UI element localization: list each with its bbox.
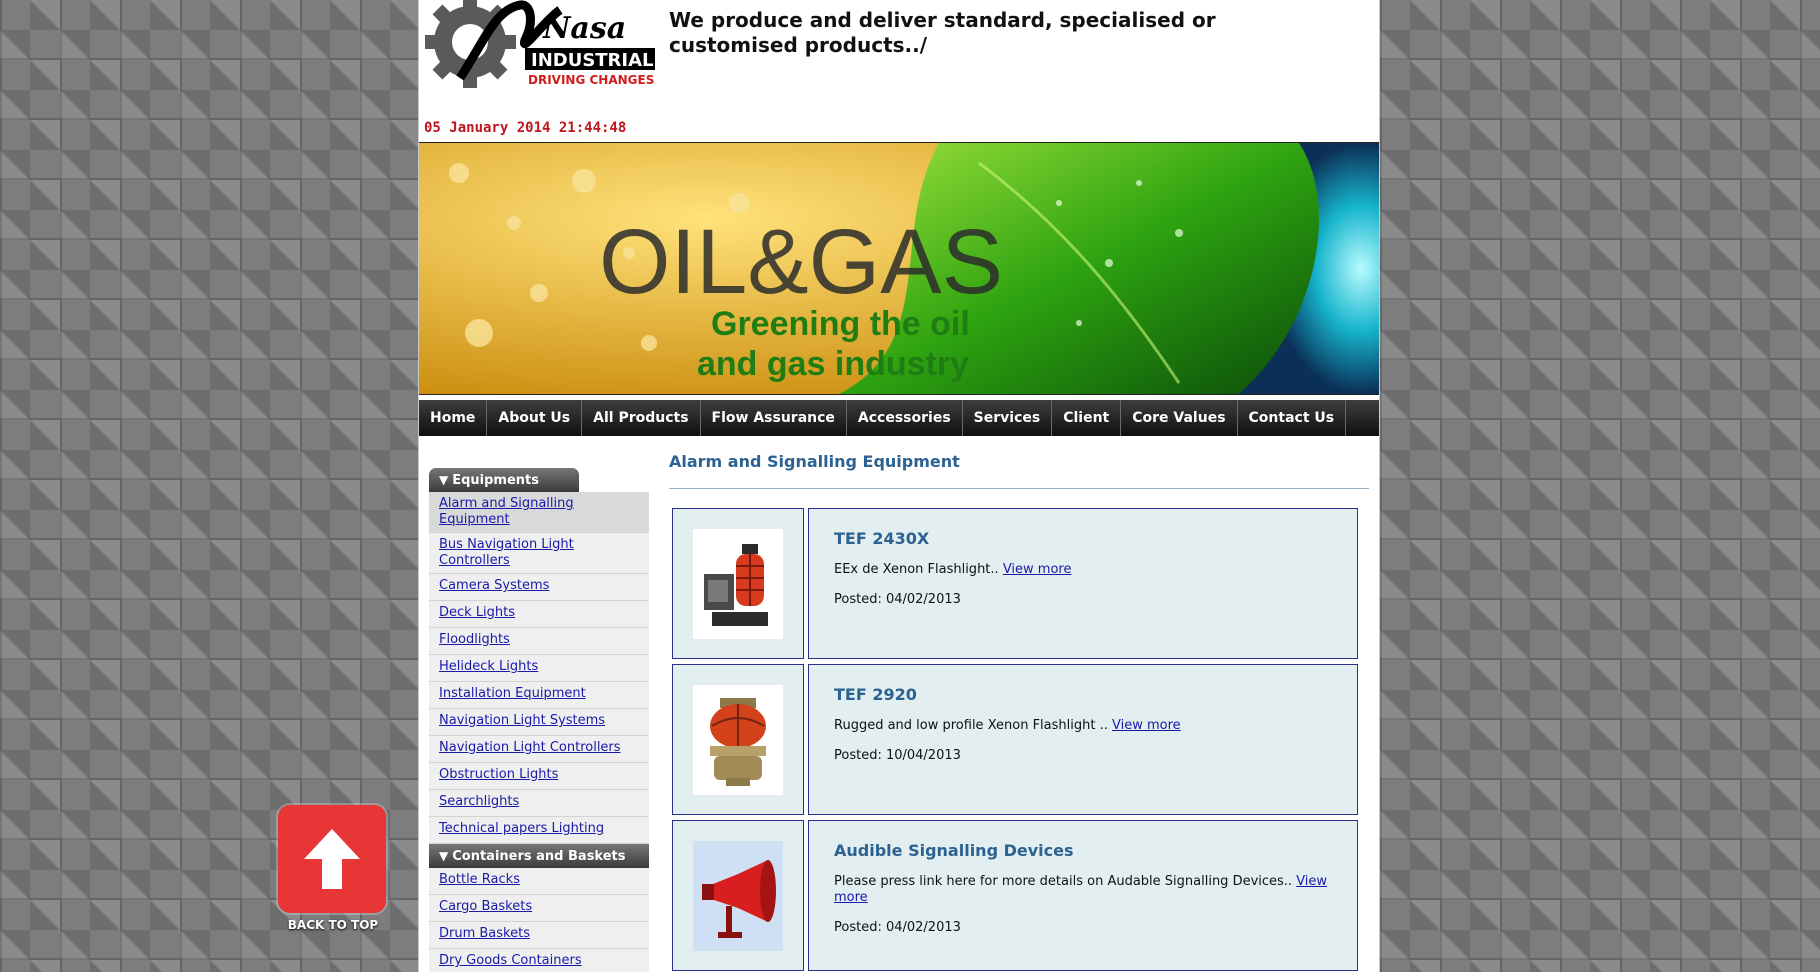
nav-core-values[interactable]: Core Values bbox=[1121, 400, 1238, 436]
description-text: Rugged and low profile Xenon Flashlight … bbox=[834, 718, 1108, 733]
nav-accessories[interactable]: Accessories bbox=[847, 400, 963, 436]
nav-client[interactable]: Client bbox=[1052, 400, 1122, 436]
description-text: EEx de Xenon Flashlight.. bbox=[834, 562, 999, 577]
sidebar-link[interactable]: Dry Goods Containers bbox=[439, 953, 582, 968]
product-card: TEF 2920 Rugged and low profile Xenon Fl… bbox=[672, 664, 1369, 815]
sidebar-item-bus-nav: Bus Navigation Light Controllers bbox=[429, 533, 649, 574]
category-header-equipments[interactable]: ▼ Equipments bbox=[429, 468, 579, 492]
triangle-down-icon: ▼ bbox=[439, 473, 449, 487]
banner-title: OIL&GAS bbox=[599, 211, 1003, 313]
category-label: Equipments bbox=[452, 473, 540, 488]
product-thumbnail[interactable] bbox=[672, 664, 804, 815]
product-card: TEF 2430X EEx de Xenon Flashlight.. View… bbox=[672, 508, 1369, 659]
view-more-link[interactable]: View more bbox=[1112, 718, 1181, 733]
sidebar-item-installation: Installation Equipment bbox=[429, 682, 649, 709]
sidebar-item-bottle-racks: Bottle Racks bbox=[429, 868, 649, 895]
logo-line1: INDUSTRIAL bbox=[531, 50, 654, 71]
logo-brand: Nasa bbox=[542, 11, 626, 46]
main-content: Alarm and Signalling Equipment TEF 2430X… bbox=[669, 452, 1369, 972]
sidebar-link[interactable]: Technical papers Lighting bbox=[439, 821, 604, 836]
page-container: Nasa INDUSTRIAL DRIVING CHANGES We produ… bbox=[418, 0, 1380, 972]
sidebar-link[interactable]: Camera Systems bbox=[439, 578, 549, 593]
sidebar-item-nav-light-systems: Navigation Light Systems bbox=[429, 709, 649, 736]
sidebar-link[interactable]: Bus Navigation Light Controllers bbox=[439, 537, 574, 568]
sidebar-link[interactable]: Obstruction Lights bbox=[439, 767, 558, 782]
nav-contact-us[interactable]: Contact Us bbox=[1238, 400, 1347, 436]
product-title[interactable]: TEF 2920 bbox=[834, 685, 1332, 704]
sidebar-link[interactable]: Bottle Racks bbox=[439, 872, 520, 887]
beacon-image bbox=[693, 528, 783, 639]
posted-date: Posted: 04/02/2013 bbox=[834, 592, 961, 607]
nav-services[interactable]: Services bbox=[963, 400, 1053, 436]
page-title: Alarm and Signalling Equipment bbox=[669, 452, 960, 471]
product-title[interactable]: Audible Signalling Devices bbox=[834, 841, 1332, 860]
sidebar-link[interactable]: Deck Lights bbox=[439, 605, 515, 620]
nav-flow-assurance[interactable]: Flow Assurance bbox=[701, 400, 847, 436]
category-sidebar: ▼ Equipments Alarm and Signalling Equipme… bbox=[429, 468, 649, 972]
sidebar-item-technical-papers: Technical papers Lighting bbox=[429, 817, 649, 844]
sidebar-link[interactable]: Cargo Baskets bbox=[439, 899, 532, 914]
arrow-up-icon bbox=[278, 805, 386, 913]
nav-home[interactable]: Home bbox=[419, 400, 488, 436]
sidebar-item-dry-goods: Dry Goods Containers bbox=[429, 949, 649, 972]
sidebar-item-alarm: Alarm and Signalling Equipment bbox=[429, 492, 649, 533]
view-more-link[interactable]: View more bbox=[1003, 562, 1072, 577]
product-description: Please press link here for more details … bbox=[834, 874, 1332, 906]
sidebar-item-helideck: Helideck Lights bbox=[429, 655, 649, 682]
banner-subtitle-1: Greening the oil bbox=[711, 305, 970, 343]
posted-date: Posted: 04/02/2013 bbox=[834, 920, 961, 935]
sidebar-item-deck-lights: Deck Lights bbox=[429, 601, 649, 628]
product-description: Rugged and low profile Xenon Flashlight … bbox=[834, 718, 1332, 734]
sidebar-item-nav-light-controllers: Navigation Light Controllers bbox=[429, 736, 649, 763]
horn-image bbox=[693, 840, 783, 951]
product-card: Audible Signalling Devices Please press … bbox=[672, 820, 1369, 971]
sidebar-link[interactable]: Navigation Light Systems bbox=[439, 713, 605, 728]
product-details: TEF 2920 Rugged and low profile Xenon Fl… bbox=[808, 664, 1358, 815]
sidebar-link[interactable]: Searchlights bbox=[439, 794, 519, 809]
posted-date: Posted: 10/04/2013 bbox=[834, 748, 961, 763]
back-to-top-label: BACK TO TOP bbox=[287, 918, 379, 932]
product-thumbnail[interactable] bbox=[672, 820, 804, 971]
current-datetime: 05 January 2014 21:44:48 bbox=[424, 120, 627, 136]
category-header-containers[interactable]: ▼ Containers and Baskets bbox=[429, 844, 649, 868]
sidebar-link[interactable]: Floodlights bbox=[439, 632, 510, 647]
sidebar-item-camera: Camera Systems bbox=[429, 574, 649, 601]
sidebar-item-obstruction: Obstruction Lights bbox=[429, 763, 649, 790]
sidebar-item-drum-baskets: Drum Baskets bbox=[429, 922, 649, 949]
sidebar-link[interactable]: Alarm and Signalling Equipment bbox=[439, 496, 574, 527]
product-details: Audible Signalling Devices Please press … bbox=[808, 820, 1358, 971]
main-nav: Home About Us All Products Flow Assuranc… bbox=[419, 400, 1379, 436]
sidebar-link[interactable]: Navigation Light Controllers bbox=[439, 740, 621, 755]
sidebar-item-cargo-baskets: Cargo Baskets bbox=[429, 895, 649, 922]
sidebar-link[interactable]: Drum Baskets bbox=[439, 926, 530, 941]
sidebar-item-floodlights: Floodlights bbox=[429, 628, 649, 655]
hero-banner: OIL&GAS Greening the oil and gas industr… bbox=[419, 142, 1379, 395]
divider bbox=[669, 488, 1369, 489]
beacon-image bbox=[693, 684, 783, 795]
company-logo[interactable]: Nasa INDUSTRIAL DRIVING CHANGES bbox=[424, 0, 659, 90]
product-thumbnail[interactable] bbox=[672, 508, 804, 659]
sidebar-link[interactable]: Helideck Lights bbox=[439, 659, 538, 674]
category-label: Containers and Baskets bbox=[452, 849, 626, 864]
banner-subtitle-2: and gas industry bbox=[697, 345, 969, 383]
logo-line2: DRIVING CHANGES bbox=[528, 73, 654, 87]
product-description: EEx de Xenon Flashlight.. View more bbox=[834, 562, 1332, 578]
site-tagline: We produce and deliver standard, special… bbox=[669, 8, 1216, 57]
nav-all-products[interactable]: All Products bbox=[582, 400, 701, 436]
sidebar-link[interactable]: Installation Equipment bbox=[439, 686, 586, 701]
triangle-down-icon: ▼ bbox=[439, 849, 449, 863]
back-to-top-button[interactable]: BACK TO TOP bbox=[278, 805, 388, 933]
nav-about-us[interactable]: About Us bbox=[487, 400, 583, 436]
description-text: Please press link here for more details … bbox=[834, 874, 1293, 889]
product-title[interactable]: TEF 2430X bbox=[834, 529, 1332, 548]
sidebar-item-searchlights: Searchlights bbox=[429, 790, 649, 817]
product-details: TEF 2430X EEx de Xenon Flashlight.. View… bbox=[808, 508, 1358, 659]
